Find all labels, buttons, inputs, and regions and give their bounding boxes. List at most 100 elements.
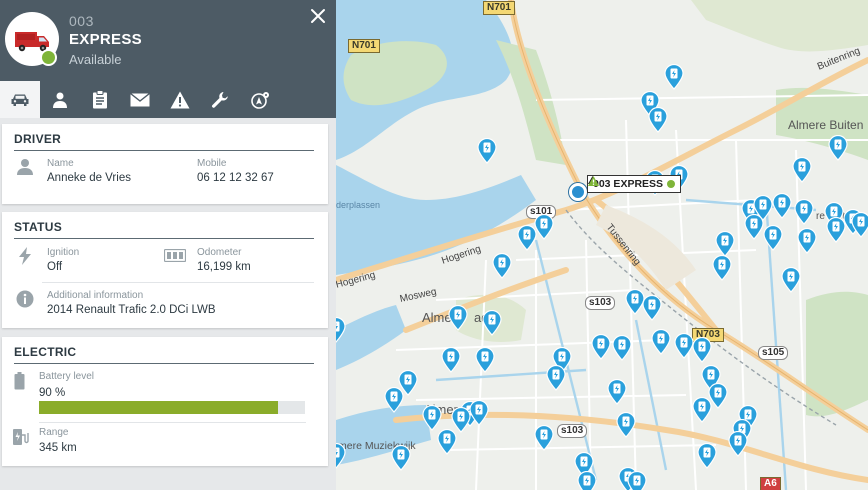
charging-station-pin[interactable] bbox=[534, 425, 554, 451]
tab-messages[interactable] bbox=[120, 81, 160, 118]
driver-icon bbox=[53, 92, 67, 108]
battery-icon bbox=[14, 372, 25, 390]
info-icon bbox=[16, 290, 34, 308]
charging-station-pin[interactable] bbox=[642, 295, 662, 321]
map-view[interactable]: N701 N701 s101 s103 s103 N703 s105 A6 Bu… bbox=[336, 0, 868, 490]
charging-station-pin[interactable] bbox=[712, 255, 732, 281]
location-settings-icon bbox=[251, 91, 269, 109]
charging-station-pin[interactable] bbox=[851, 212, 868, 238]
charging-station-pin[interactable] bbox=[763, 225, 783, 251]
charging-station-pin[interactable] bbox=[794, 199, 814, 225]
tab-orders[interactable] bbox=[80, 81, 120, 118]
tab-maintenance[interactable] bbox=[200, 81, 240, 118]
charging-station-pin[interactable] bbox=[546, 365, 566, 391]
driver-name-label: Name bbox=[47, 158, 74, 169]
ignition-value: Off bbox=[47, 261, 63, 273]
charging-station-pin[interactable] bbox=[437, 429, 457, 455]
place-plassen: derplassen bbox=[336, 200, 381, 210]
range-value: 345 km bbox=[39, 442, 77, 454]
charging-station-pin[interactable] bbox=[651, 329, 671, 355]
charging-station-pin[interactable] bbox=[534, 214, 554, 240]
charging-station-icon bbox=[13, 429, 29, 445]
charging-station-pin[interactable] bbox=[715, 231, 735, 257]
vehicle-map-label[interactable]: 003 EXPRESS bbox=[587, 175, 682, 193]
charging-station-pin[interactable] bbox=[674, 333, 694, 359]
additional-info-label: Additional information bbox=[47, 290, 144, 301]
charging-station-pin[interactable] bbox=[475, 347, 495, 373]
charging-station-pin[interactable] bbox=[616, 412, 636, 438]
charging-station-pin[interactable] bbox=[577, 471, 597, 490]
electric-card: ELECTRIC Battery level 90 % Range 345 km bbox=[2, 337, 328, 466]
charging-station-pin[interactable] bbox=[797, 228, 817, 254]
tab-vehicle[interactable] bbox=[0, 81, 40, 118]
driver-card: DRIVER Name Anneke de Vries Mobile 06 12… bbox=[2, 124, 328, 204]
charging-station-pin[interactable] bbox=[336, 443, 346, 469]
charging-station-pin[interactable] bbox=[469, 400, 489, 426]
charging-station-pin[interactable] bbox=[336, 317, 346, 343]
status-card: STATUS Ignition Off Odometer 16,199 km A… bbox=[2, 212, 328, 328]
ignition-label: Ignition bbox=[47, 247, 80, 258]
road-label-s105: s105 bbox=[758, 346, 789, 360]
vehicle-details-panel: 003 EXPRESS Available DRIVER Name Anneke… bbox=[0, 0, 336, 490]
charging-station-pin[interactable] bbox=[612, 335, 632, 361]
driver-mobile-label: Mobile bbox=[197, 158, 227, 169]
charging-station-pin[interactable] bbox=[384, 387, 404, 413]
charging-station-pin[interactable] bbox=[477, 138, 497, 164]
road-label-n701: N701 bbox=[483, 1, 515, 15]
wrench-icon bbox=[212, 91, 228, 108]
charging-station-pin[interactable] bbox=[792, 157, 812, 183]
driver-name: Anneke de Vries bbox=[47, 172, 131, 184]
vehicle-status: Available bbox=[69, 52, 122, 67]
tab-alerts[interactable] bbox=[160, 81, 200, 118]
charging-station-pin[interactable] bbox=[648, 107, 668, 133]
map-canvas[interactable] bbox=[336, 0, 868, 490]
charging-station-pin[interactable] bbox=[781, 267, 801, 293]
electric-title: ELECTRIC bbox=[14, 345, 77, 359]
vehicle-number: 003 bbox=[69, 13, 94, 29]
charging-station-pin[interactable] bbox=[448, 305, 468, 331]
charging-station-pin[interactable] bbox=[591, 334, 611, 360]
charging-station-pin[interactable] bbox=[492, 253, 512, 279]
vehicle-name: EXPRESS bbox=[69, 31, 142, 48]
lightning-icon bbox=[19, 247, 31, 265]
odometer-value: 16,199 km bbox=[197, 261, 251, 273]
charging-station-pin[interactable] bbox=[826, 217, 846, 243]
divider bbox=[42, 282, 314, 283]
status-indicator bbox=[40, 49, 57, 66]
close-icon[interactable] bbox=[307, 5, 329, 27]
vehicle-marker[interactable] bbox=[569, 183, 587, 201]
charging-station-pin[interactable] bbox=[441, 347, 461, 373]
battery-level-label: Battery level bbox=[39, 371, 95, 382]
charging-station-pin[interactable] bbox=[391, 445, 411, 471]
vehicle-header: 003 EXPRESS Available bbox=[0, 0, 336, 118]
charging-station-pin[interactable] bbox=[828, 135, 848, 161]
tab-location[interactable] bbox=[240, 81, 280, 118]
tab-driver[interactable] bbox=[40, 81, 80, 118]
charging-station-pin[interactable] bbox=[627, 471, 647, 490]
driver-title: DRIVER bbox=[14, 132, 62, 146]
charging-station-pin[interactable] bbox=[664, 64, 684, 90]
charging-station-pin[interactable] bbox=[728, 431, 748, 457]
envelope-icon bbox=[130, 92, 150, 106]
charging-station-pin[interactable] bbox=[744, 214, 764, 240]
charging-station-pin[interactable] bbox=[482, 310, 502, 336]
driver-mobile[interactable]: 06 12 12 32 67 bbox=[197, 172, 274, 184]
battery-level-value: 90 % bbox=[39, 387, 66, 399]
charging-station-pin[interactable] bbox=[422, 405, 442, 431]
warning-icon bbox=[170, 91, 190, 108]
odometer-icon bbox=[164, 249, 186, 262]
vehicle-map-label-text: 003 EXPRESS bbox=[593, 178, 664, 190]
charging-station-pin[interactable] bbox=[772, 193, 792, 219]
charging-station-pin[interactable] bbox=[692, 337, 712, 363]
road-label-s103: s103 bbox=[585, 296, 616, 310]
additional-info-value: 2014 Renault Trafic 2.0 DCi LWB bbox=[47, 304, 216, 316]
battery-progress-bar bbox=[39, 401, 305, 414]
charging-station-pin[interactable] bbox=[692, 397, 712, 423]
range-label: Range bbox=[39, 427, 69, 438]
charging-station-pin[interactable] bbox=[607, 379, 627, 405]
place-almere-buiten: Almere Buiten bbox=[788, 118, 864, 132]
battery-progress-fill bbox=[39, 401, 279, 414]
tab-bar bbox=[0, 81, 336, 118]
divider bbox=[39, 422, 306, 423]
charging-station-pin[interactable] bbox=[697, 443, 717, 469]
